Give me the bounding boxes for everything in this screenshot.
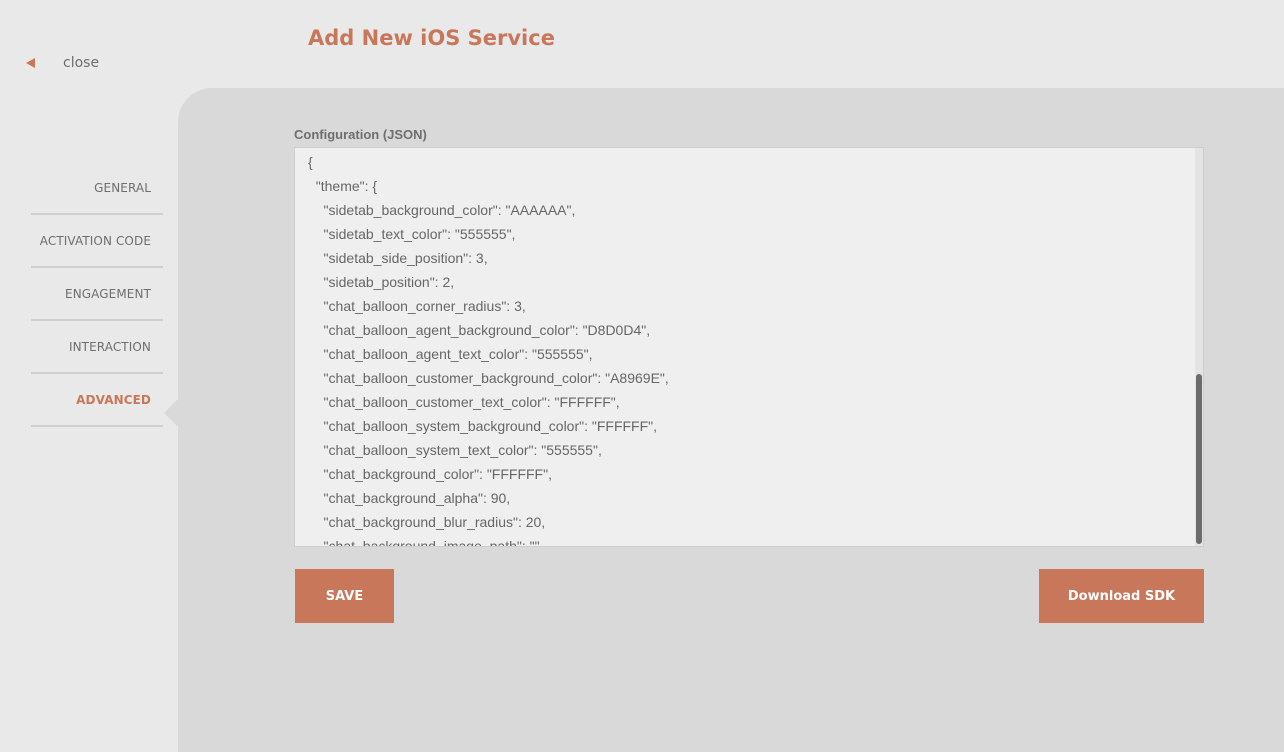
sidebar-item-label: ADVANCED [76, 392, 151, 407]
config-json-line: "chat_balloon_system_text_color": "55555… [308, 442, 602, 458]
download-sdk-button[interactable]: Download SDK [1039, 569, 1204, 623]
page-title: Add New iOS Service [308, 26, 555, 50]
config-json-line: "sidetab_text_color": "555555", [308, 226, 516, 242]
config-json-line: "chat_balloon_corner_radius": 3, [308, 298, 526, 314]
config-json-line: "chat_balloon_customer_text_color": "FFF… [308, 394, 620, 410]
config-json-line: { [308, 154, 313, 170]
active-tab-pointer [164, 398, 179, 428]
sidebar-nav: GENERAL ACTIVATION CODE ENGAGEMENT INTER… [31, 162, 163, 427]
config-json-line: "theme": { [308, 178, 378, 194]
editor-scrollbar-thumb[interactable] [1196, 374, 1202, 544]
config-json-line: "chat_balloon_customer_background_color"… [308, 370, 669, 386]
config-json-line: "chat_balloon_system_background_color": … [308, 418, 658, 434]
config-json-line: "chat_background_image_path": "", [308, 538, 544, 547]
config-json-line: "sidetab_side_position": 3, [308, 250, 488, 266]
editor-scrollbar[interactable] [1195, 148, 1203, 546]
config-json-line: "sidetab_background_color": "AAAAAA", [308, 202, 576, 218]
config-json-text[interactable]: { "theme": { "sidetab_background_color":… [295, 148, 1203, 547]
sidebar-item-interaction[interactable]: INTERACTION [31, 321, 163, 374]
config-json-line: "sidetab_position": 2, [308, 274, 455, 290]
sidebar-item-activation-code[interactable]: ACTIVATION CODE [31, 215, 163, 268]
close-label: close [63, 55, 100, 71]
sidebar-item-general[interactable]: GENERAL [31, 162, 163, 215]
sidebar-item-advanced[interactable]: ADVANCED [31, 374, 163, 427]
config-label: Configuration (JSON) [294, 127, 427, 142]
sidebar-item-label: ENGAGEMENT [65, 286, 151, 301]
sidebar-item-label: GENERAL [94, 180, 151, 195]
config-json-line: "chat_background_blur_radius": 20, [308, 514, 546, 530]
page: Add New iOS Service close GENERAL ACTIVA… [0, 0, 1284, 752]
sidebar-item-label: INTERACTION [68, 339, 151, 354]
sidebar-item-label: ACTIVATION CODE [39, 233, 151, 248]
close-icon [26, 58, 35, 68]
close-link[interactable]: close [26, 55, 99, 71]
config-json-line: "chat_balloon_agent_text_color": "555555… [308, 346, 593, 362]
sidebar-item-engagement[interactable]: ENGAGEMENT [31, 268, 163, 321]
config-json-line: "chat_balloon_agent_background_color": "… [308, 322, 651, 338]
save-button[interactable]: SAVE [295, 569, 394, 623]
config-json-line: "chat_background_alpha": 90, [308, 490, 511, 506]
config-json-line: "chat_background_color": "FFFFFF", [308, 466, 552, 482]
config-json-editor[interactable]: { "theme": { "sidetab_background_color":… [294, 147, 1204, 547]
